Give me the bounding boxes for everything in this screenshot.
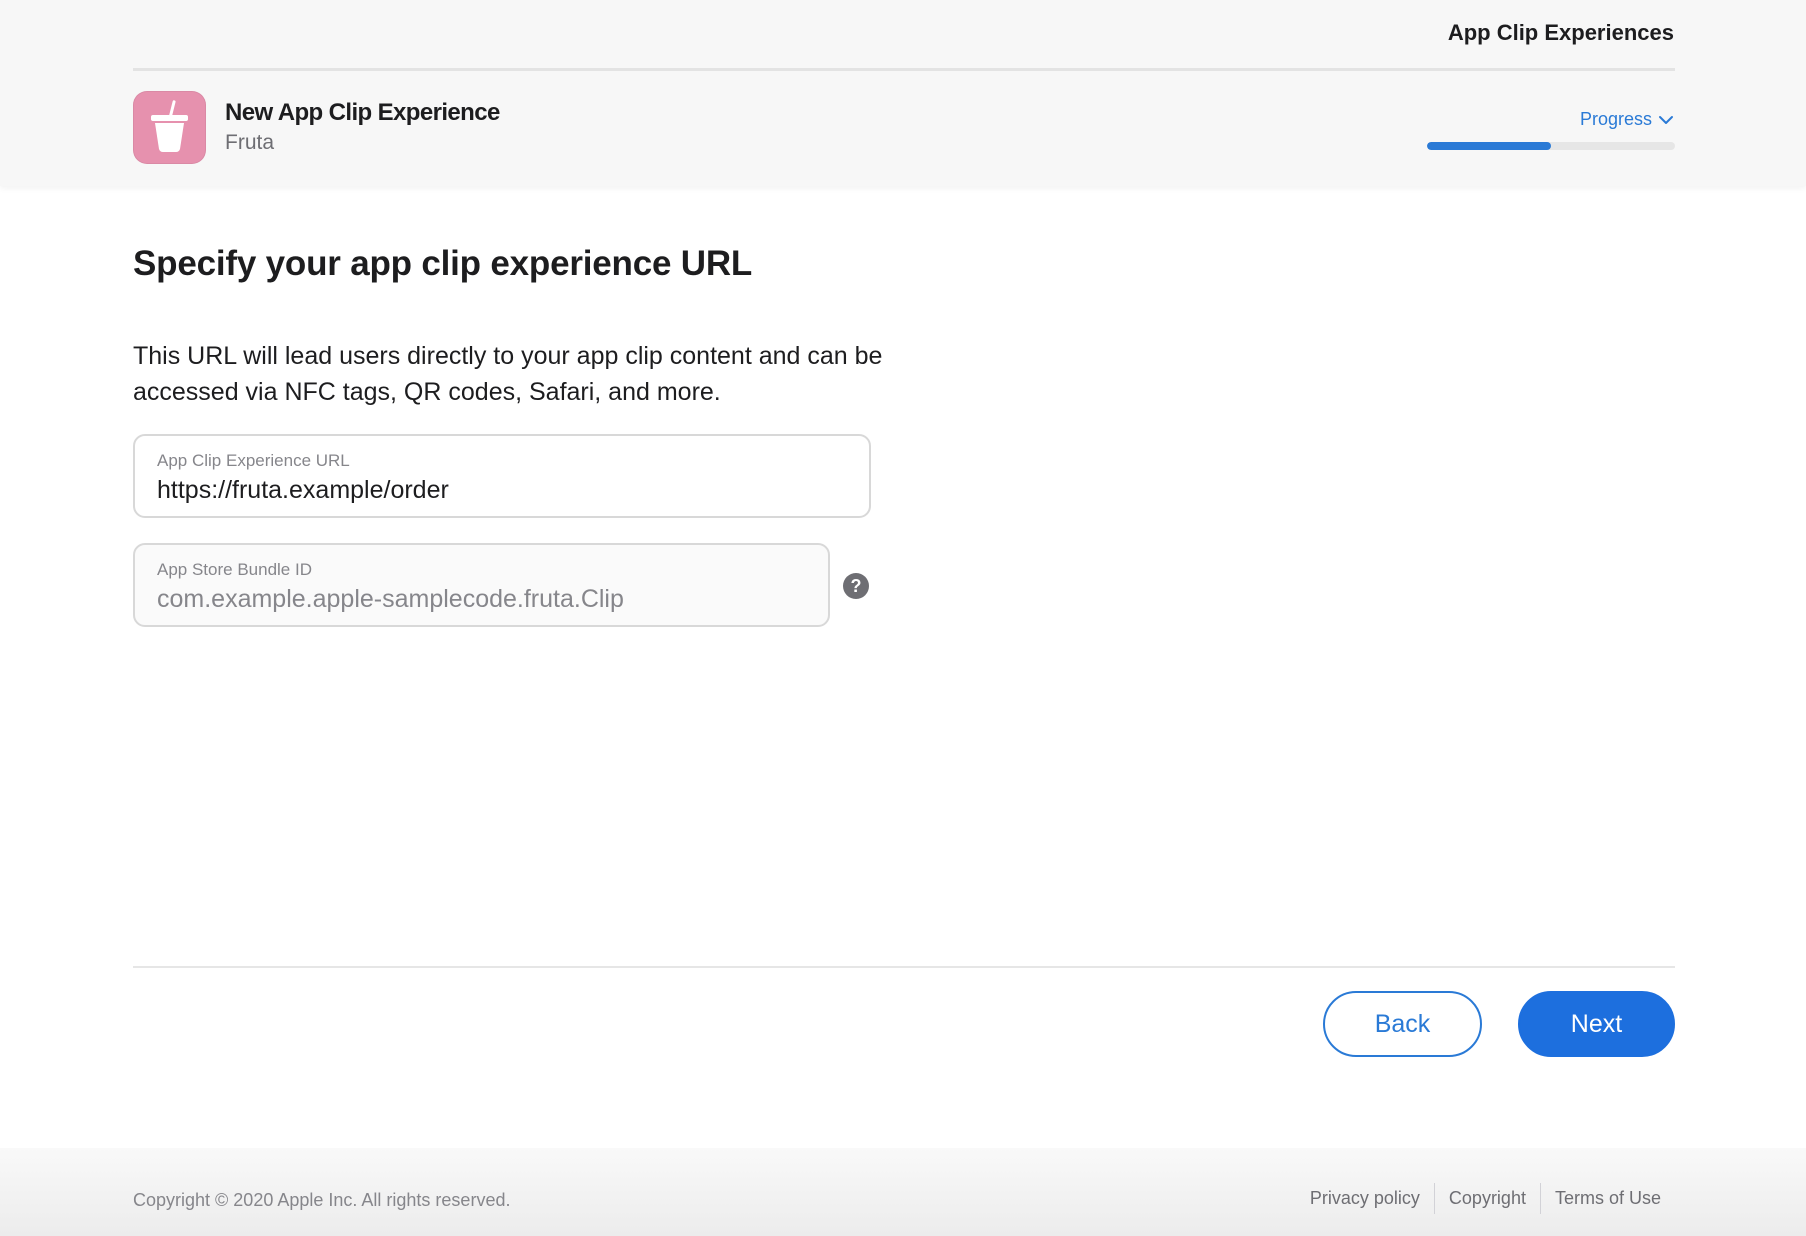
help-icon[interactable]: ? (843, 573, 869, 599)
copyright-link[interactable]: Copyright (1433, 1183, 1540, 1214)
next-button[interactable]: Next (1518, 991, 1675, 1057)
back-button[interactable]: Back (1323, 991, 1482, 1057)
footer-links: Privacy policy Copyright Terms of Use (1296, 1183, 1661, 1214)
privacy-policy-link[interactable]: Privacy policy (1296, 1183, 1434, 1214)
page-title: Specify your app clip experience URL (133, 244, 753, 283)
progress-bar (1427, 142, 1675, 150)
actions-divider (133, 966, 1675, 968)
top-header: App Clip Experiences New App Clip Experi… (0, 0, 1806, 186)
app-subtitle: Fruta (225, 131, 275, 154)
app-clip-url-label: App Clip Experience URL (157, 451, 350, 470)
page-description: This URL will lead users directly to you… (133, 342, 883, 406)
progress-label: Progress (1579, 109, 1652, 129)
progress-bar-fill (1427, 142, 1551, 150)
app-clip-url-field[interactable]: App Clip Experience URL (133, 434, 871, 518)
progress-toggle[interactable]: Progress (1580, 109, 1674, 130)
chevron-down-icon (1659, 115, 1673, 124)
fruta-cup-icon (133, 91, 206, 164)
bundle-id-field[interactable]: App Store Bundle ID (133, 543, 830, 627)
bundle-id-input[interactable] (157, 585, 807, 614)
copyright-text: Copyright © 2020 Apple Inc. All rights r… (133, 1190, 511, 1210)
app-name: New App Clip Experience (225, 99, 500, 126)
terms-of-use-link[interactable]: Terms of Use (1539, 1183, 1661, 1214)
app-clip-url-input[interactable] (157, 476, 807, 505)
section-title[interactable]: App Clip Experiences (1448, 20, 1674, 46)
header-divider (133, 68, 1675, 71)
bundle-id-label: App Store Bundle ID (157, 560, 312, 579)
